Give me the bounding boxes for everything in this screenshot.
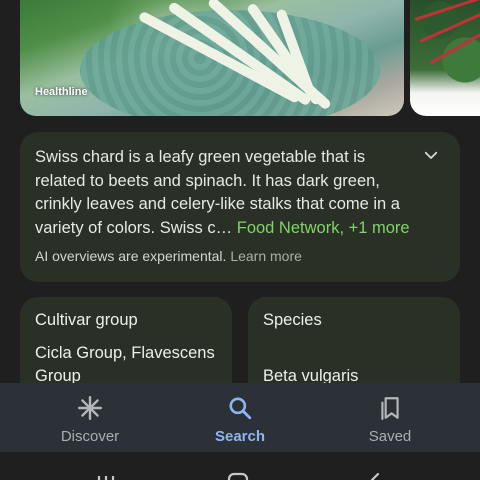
- ai-overview-ellipsis: …: [215, 218, 233, 237]
- learn-more-link[interactable]: Learn more: [230, 248, 302, 264]
- nav-search[interactable]: Search: [170, 383, 310, 452]
- card-title: Cultivar group: [35, 311, 138, 329]
- ai-overview-footer: AI overviews are experimental. Learn mor…: [35, 248, 302, 264]
- card-value: Cicla Group, Flavescens Group: [35, 344, 215, 385]
- search-icon: [229, 397, 252, 420]
- asterisk-icon: [77, 395, 103, 421]
- ai-overview-text: Swiss chard is a leafy green vegetable t…: [35, 146, 415, 240]
- home-icon[interactable]: [226, 464, 250, 480]
- card-title: Species: [263, 311, 322, 329]
- nav-saved[interactable]: Saved: [320, 383, 460, 452]
- back-icon[interactable]: [362, 464, 386, 480]
- bottom-nav: Discover Search Saved: [0, 383, 480, 452]
- system-nav-bar: [0, 452, 480, 480]
- nav-label: Discover: [60, 428, 120, 445]
- red-vein-graphic: [429, 32, 480, 65]
- recent-apps-icon[interactable]: [94, 464, 118, 480]
- image-source-label: Healthline: [35, 86, 88, 98]
- nav-discover[interactable]: Discover: [20, 383, 160, 452]
- nav-label: Search: [214, 428, 266, 445]
- chevron-down-icon[interactable]: [422, 146, 440, 164]
- swiss-chard-image-2[interactable]: [410, 0, 480, 116]
- bookmarks-icon: [381, 397, 399, 420]
- sources-link[interactable]: Food Network, +1 more: [237, 219, 410, 237]
- nav-label: Saved: [368, 428, 412, 445]
- ai-disclaimer: AI overviews are experimental.: [35, 248, 227, 264]
- swiss-chard-image[interactable]: Healthline: [20, 0, 404, 116]
- ai-overview-card[interactable]: Swiss chard is a leafy green vegetable t…: [20, 132, 460, 282]
- image-strip: Healthline: [0, 0, 480, 118]
